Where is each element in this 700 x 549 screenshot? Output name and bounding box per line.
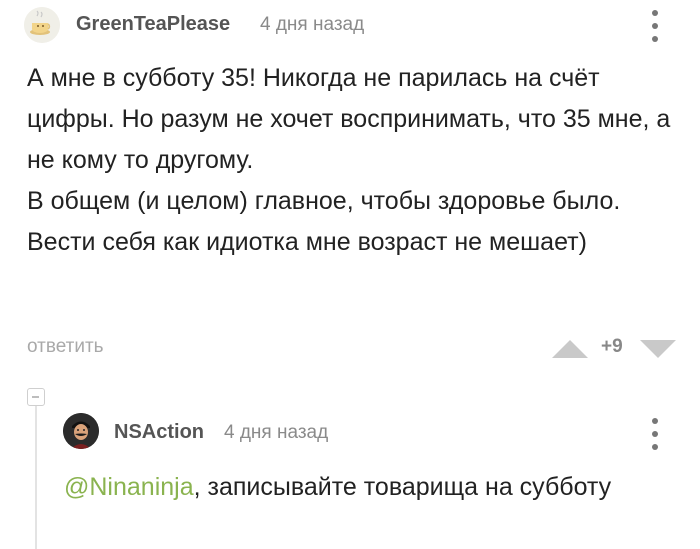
downvote-icon[interactable]: [640, 340, 676, 358]
more-dots-icon: [652, 10, 658, 16]
comment-rating: +9: [601, 336, 623, 357]
comment-text: А мне в субботу 35! Никогда не парилась …: [27, 64, 671, 256]
more-dots-icon: [652, 418, 658, 424]
reply-more-menu-button[interactable]: [646, 416, 664, 452]
comment: GreenTeaPlease 4 дня назад А мне в суббо…: [0, 0, 700, 380]
more-dot: [652, 431, 658, 437]
more-menu-button[interactable]: [646, 8, 664, 44]
reply-text: , записывайте товарища на субботу: [193, 473, 612, 501]
reply-author-name[interactable]: NSAction: [114, 421, 204, 444]
more-dot: [652, 444, 658, 450]
reply-button[interactable]: ответить: [27, 336, 104, 358]
more-dot: [652, 23, 658, 29]
user-mention-link[interactable]: @Ninaninja: [64, 473, 194, 501]
comment-body: А мне в субботу 35! Никогда не парилась …: [27, 58, 687, 263]
tea-cup-avatar-icon: [24, 7, 60, 43]
reply-body: @Ninaninja, записывайте товарища на субб…: [64, 467, 684, 508]
collapse-thread-button[interactable]: [27, 388, 45, 406]
more-dot: [652, 36, 658, 42]
author-name[interactable]: GreenTeaPlease: [76, 13, 230, 36]
upvote-icon[interactable]: [552, 340, 588, 358]
reply-timestamp: 4 дня назад: [224, 422, 329, 443]
reply-author-avatar[interactable]: [63, 413, 99, 449]
comment-timestamp: 4 дня назад: [260, 14, 365, 35]
thread-line[interactable]: [35, 406, 37, 549]
mustached-man-avatar-icon: [63, 413, 99, 449]
author-avatar[interactable]: [24, 7, 60, 43]
